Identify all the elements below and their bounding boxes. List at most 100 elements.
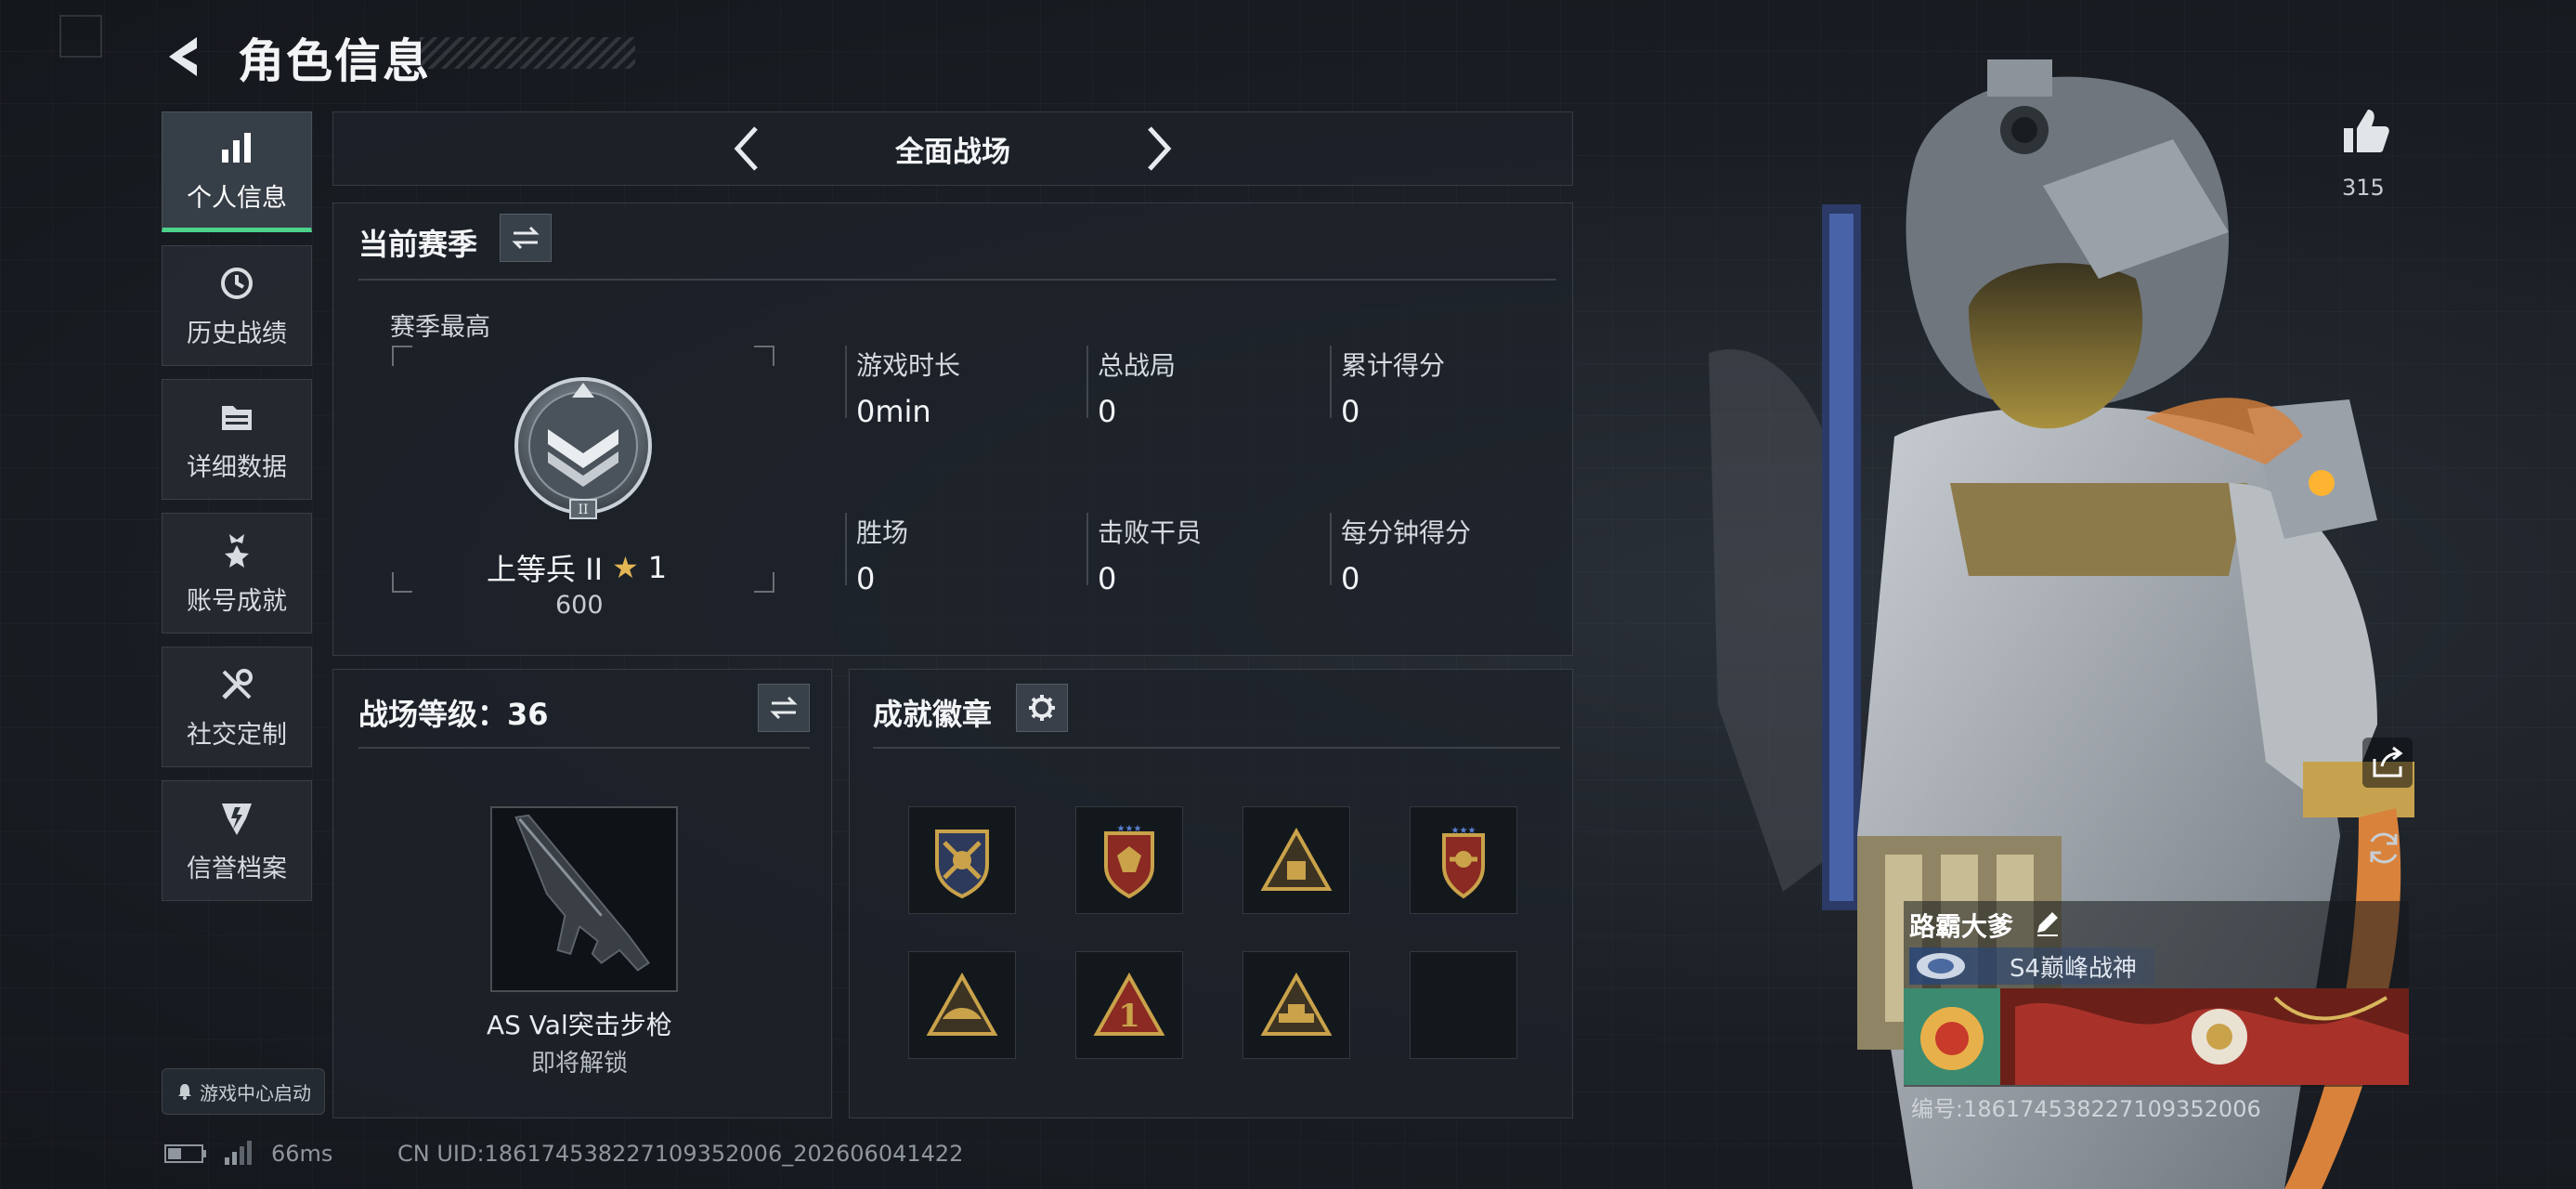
chevron-left-icon[interactable] [728,123,765,175]
mode-title: 全面战场 [895,135,1010,169]
bell-icon [178,1084,191,1100]
achievement-icon [225,533,249,568]
pyramid-badge [1260,827,1333,891]
stat-label: 累计得分 [1341,350,1446,381]
stat-label: 每分钟得分 [1341,517,1472,548]
sidebar-item-label: 账号成就 [187,586,287,616]
frame-corner [392,346,412,366]
sidebar-item-label: 个人信息 [187,183,287,213]
stat-value: 0 [1341,561,1360,596]
season-swap-button[interactable] [500,214,552,262]
stat-label: 击败干员 [1098,517,1203,548]
badges-divider [873,747,1560,749]
stat-divider [1330,513,1332,585]
battery-icon [164,1144,206,1163]
stat-value: 0 [1341,394,1360,429]
game-center-label: 游戏中心启动 [200,1081,311,1104]
badge-slot[interactable]: ★★★ [1075,806,1183,914]
stat-divider [1086,346,1088,418]
level-divider [358,747,810,749]
sidebar-item-label: 信誉档案 [187,854,287,883]
level-swap-button[interactable] [758,684,810,732]
page-title: 角色信息 [238,34,431,88]
stat-value: 0 [856,561,876,596]
badge-slot[interactable] [1242,951,1350,1059]
badge-slot[interactable] [908,951,1016,1059]
like-count: 315 [2342,175,2385,201]
sidebar-item-label: 详细数据 [187,452,287,482]
badge-slot[interactable]: 1 [1075,951,1183,1059]
svg-text:★★★: ★★★ [1117,824,1142,834]
history-icon [221,267,253,299]
number-one-badge: 1 [1093,972,1165,1036]
badge-slot[interactable]: ★★★ [1410,806,1517,914]
sidebar-item-history[interactable]: 历史战绩 [162,245,312,366]
share-button[interactable] [2362,738,2413,788]
winged-shield-badge: ★★★ [1442,826,1485,899]
stat-value: 0min [856,394,931,429]
tank-badge [1260,972,1333,1036]
season-best-label: 赛季最高 [390,313,490,342]
stat-divider [1330,346,1332,418]
badge-numeral: 1 [1118,998,1140,1035]
swap-icon [770,696,798,720]
rank-roman: II [578,503,588,517]
player-title-tag: S4巅峰战神 [1909,947,2154,985]
stat-value: 0 [1098,394,1117,429]
frame-corner [392,572,412,593]
badge-slot[interactable] [1242,806,1350,914]
rank-emblem: II [514,377,652,519]
player-id: 编号:18617453822710935200​6 [1911,1096,2261,1122]
frame-corner [754,346,774,366]
sidebar-item-personal-info[interactable]: 个人信息 [162,111,312,232]
stat-value: 0 [1098,561,1117,596]
stat-label: 总战局 [1098,350,1177,381]
signal-icon [225,1141,252,1165]
sidebar-item-label: 历史战绩 [187,319,287,348]
empty-badge-slot[interactable] [1410,951,1517,1059]
game-center-button[interactable]: 游戏中心启动 [162,1068,325,1115]
badges-title: 成就徽章 [873,697,993,732]
gear-icon [1029,695,1055,721]
badges-settings-button[interactable] [1016,684,1068,732]
swap-icon [512,226,540,250]
stat-label: 胜场 [856,517,909,548]
rank-name: 上等兵 II [487,552,604,587]
stat-label: 游戏时长 [856,350,961,381]
edit-pencil-icon[interactable] [2032,908,2062,938]
sidebar-item-achievements[interactable]: 账号成就 [162,513,312,634]
sidebar-item-reputation[interactable]: 信誉档案 [162,780,312,901]
frame-corner [754,572,774,593]
tools-icon [222,668,253,699]
weapon-reward-slot[interactable] [490,806,678,992]
sidebar-item-social[interactable]: 社交定制 [162,647,312,767]
weapon-status: 即将解锁 [531,1050,629,1078]
player-name: 路霸大爹 [1909,911,2014,942]
stat-divider [845,346,847,418]
rifle-icon [514,814,650,972]
refresh-icon[interactable] [2362,827,2405,869]
title-emblem-icon [1917,953,1965,979]
reputation-icon [222,803,252,835]
weapon-name: AS Val突击步枪 [487,1010,672,1040]
stat-divider [1086,513,1088,585]
sidebar-item-label: 社交定制 [187,720,287,750]
star-icon: ★ [612,550,639,585]
ping-value: 66ms [271,1141,333,1167]
title-decoration [420,37,635,69]
rank-points: 600 [555,591,604,620]
badge-slot[interactable] [908,806,1016,914]
stat-divider [845,513,847,585]
rank-stars: 1 [647,550,668,585]
thumbs-up-icon[interactable] [2338,104,2392,158]
svg-text:★★★: ★★★ [1451,826,1477,836]
corner-frame [59,15,102,58]
sidebar-item-details[interactable]: 详细数据 [162,379,312,500]
bar-chart-icon [222,132,251,163]
season-title: 当前赛季 [358,227,478,262]
back-arrow-icon[interactable] [160,32,210,82]
share-icon [2373,746,2403,777]
player-title: S4巅峰战神 [2010,954,2138,983]
chevron-right-icon[interactable] [1140,123,1177,175]
folder-icon [222,405,252,430]
